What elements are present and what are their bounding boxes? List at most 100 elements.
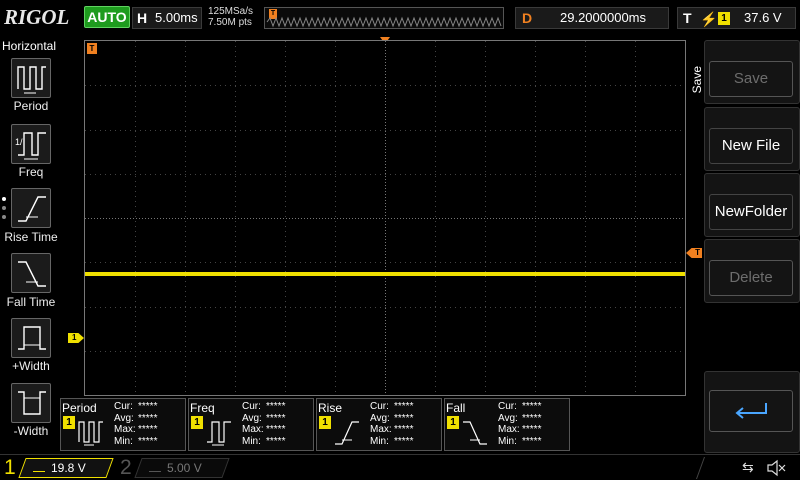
rise-time-label: Rise Time <box>4 230 58 244</box>
stat-max: ***** <box>138 424 158 435</box>
measurement-channel-badge: 1 <box>63 416 75 429</box>
memory-depth: 7.50M pts <box>208 17 252 28</box>
return-arrow-icon <box>735 403 767 419</box>
trigger-channel-badge: 1 <box>718 12 730 25</box>
measurement-stats: Cur: ***** Avg: ***** Max: ***** Min: ***** <box>114 401 158 447</box>
new-file-button[interactable]: New File <box>709 128 793 164</box>
period-label: Period <box>13 99 49 113</box>
save-menu-item[interactable]: Save <box>704 40 800 104</box>
new-folder-menu-item[interactable]: NewFolder <box>704 173 800 237</box>
graticule <box>85 41 685 395</box>
measurement-channel-badge: 1 <box>447 416 459 429</box>
new-file-menu-item[interactable]: New File <box>704 107 800 171</box>
save-menu-title: Save <box>690 66 704 94</box>
delay-key: D <box>522 10 533 26</box>
channel-2-scale: 5.00 V <box>167 461 202 475</box>
positive-width-icon <box>18 326 46 350</box>
sample-rate: 125MSa/s <box>208 6 254 17</box>
measure-category-title: Horizontal <box>2 39 57 53</box>
acquisition-info: 125MSa/s 7.50M pts <box>208 6 253 28</box>
stat-cur: ***** <box>266 401 286 412</box>
channel-1-scale-box[interactable]: 19.8 V <box>18 458 114 478</box>
period-icon <box>78 421 103 446</box>
trigger-box[interactable]: T ⚡ 1 37.6 V <box>677 7 796 29</box>
back-menu-item[interactable] <box>704 371 800 453</box>
usb-icon: ⇆ <box>742 459 754 475</box>
period-icon <box>17 66 46 94</box>
rise-time-button[interactable] <box>11 188 51 228</box>
horizontal-scale-value: 5.00ms <box>155 10 198 25</box>
freq-label: Freq <box>18 165 44 179</box>
measure-sidebar: Horizontal Period 1/ Freq Rise Time Fall… <box>0 38 60 454</box>
rise-measurement-panel[interactable]: Rise 1 Cur: ***** Avg: ***** Max: ***** Min… <box>316 398 442 451</box>
channel-2-number[interactable]: 2 <box>120 456 132 480</box>
measurement-name: Rise <box>318 401 343 415</box>
rise-time-icon <box>335 421 359 445</box>
channel-2-scale-box[interactable]: 5.00 V <box>134 458 230 478</box>
channel-1-offset-marker[interactable]: 1 <box>68 333 84 343</box>
period-measurement-panel[interactable]: Period 1 Cur: ***** Avg: ***** Max: ***** M… <box>60 398 186 451</box>
period-button[interactable] <box>11 58 51 98</box>
channel-1-scale: 19.8 V <box>51 461 86 475</box>
stat-avg: ***** <box>394 412 414 424</box>
delay-box[interactable]: D 29.2000000ms <box>515 7 669 29</box>
stat-max: ***** <box>266 424 286 435</box>
speaker-muted-icon[interactable] <box>764 457 788 479</box>
delete-menu-item[interactable]: Delete <box>704 239 800 303</box>
top-status-bar: RIGOL AUTO H 5.00ms 125MSa/s 7.50M pts T… <box>0 0 800 36</box>
fall-time-icon <box>463 421 487 445</box>
trigger-level-value: 37.6 V <box>744 10 782 25</box>
positive-width-button[interactable] <box>11 318 51 358</box>
fall-measurement-panel[interactable]: Fall 1 Cur: ***** Avg: ***** Max: ***** Min… <box>444 398 570 451</box>
trigger-key: T <box>683 10 692 26</box>
fall-time-icon <box>18 261 46 287</box>
measurement-channel-badge: 1 <box>319 416 331 429</box>
timeline-waveform-icon <box>266 16 502 28</box>
stat-max: ***** <box>394 424 414 435</box>
new-folder-button[interactable]: NewFolder <box>709 194 793 230</box>
freq-measurement-panel[interactable]: Freq 1 Cur: ***** Avg: ***** Max: ***** Min… <box>188 398 314 451</box>
memory-timeline-bar[interactable]: T <box>264 7 504 29</box>
stat-avg: ***** <box>522 412 542 424</box>
measurement-stats: Cur: ***** Avg: ***** Max: ***** Min: ***** <box>498 401 542 447</box>
save-menu: Save Save New File NewFolder Delete <box>686 38 800 454</box>
stat-max: ***** <box>522 424 542 435</box>
positive-width-label: +Width <box>12 359 50 373</box>
rising-edge-icon: ⚡ <box>700 11 718 27</box>
channel-1-number[interactable]: 1 <box>4 456 16 480</box>
measurement-name: Freq <box>190 401 215 415</box>
measurement-channel-badge: 1 <box>191 416 203 429</box>
freq-button[interactable]: 1/ <box>11 124 51 164</box>
run-status-badge[interactable]: AUTO <box>84 6 130 28</box>
delete-button[interactable]: Delete <box>709 260 793 296</box>
delay-value: 29.2000000ms <box>560 10 647 25</box>
page-indicator-dots <box>2 197 6 224</box>
stat-min: ***** <box>138 435 158 447</box>
measurement-stats: Cur: ***** Avg: ***** Max: ***** Min: ***** <box>370 401 414 447</box>
waveform-display[interactable] <box>84 40 686 396</box>
stat-cur: ***** <box>522 401 542 412</box>
stat-min: ***** <box>266 435 286 447</box>
back-button[interactable] <box>709 390 793 432</box>
stat-min: ***** <box>522 435 542 447</box>
freq-icon: 1/ <box>15 132 46 160</box>
negative-width-label: -Width <box>13 424 49 438</box>
horizontal-key: H <box>137 10 148 26</box>
stat-avg: ***** <box>138 412 158 424</box>
trigger-time-marker[interactable]: T <box>87 43 97 54</box>
negative-width-icon <box>18 391 46 415</box>
rise-time-icon <box>18 196 46 222</box>
negative-width-button[interactable] <box>11 383 51 423</box>
fall-time-label: Fall Time <box>6 295 56 309</box>
measurement-name: Period <box>62 401 97 415</box>
freq-icon <box>207 421 231 446</box>
measurement-name: Fall <box>446 401 466 415</box>
fall-time-button[interactable] <box>11 253 51 293</box>
stat-avg: ***** <box>266 412 286 424</box>
measurement-stats: Cur: ***** Avg: ***** Max: ***** Min: ***** <box>242 401 286 447</box>
rigol-logo: RIGOL <box>4 5 70 29</box>
svg-text:1/: 1/ <box>15 137 23 147</box>
stat-cur: ***** <box>394 401 414 412</box>
horizontal-scale-box[interactable]: H 5.00ms <box>132 7 202 29</box>
save-button[interactable]: Save <box>709 61 793 97</box>
